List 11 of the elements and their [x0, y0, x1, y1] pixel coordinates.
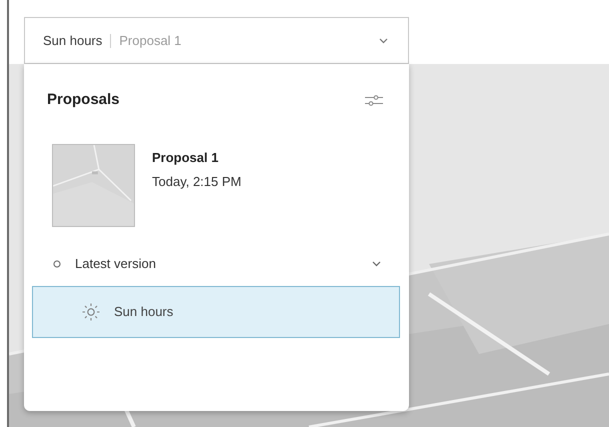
filter-settings-icon[interactable]	[365, 94, 383, 107]
sun-icon	[82, 302, 100, 320]
panel-title: Proposals	[47, 90, 120, 110]
version-item[interactable]: Latest version	[75, 254, 156, 274]
chevron-down-icon	[379, 38, 388, 44]
view-selector[interactable]: Sun hours Proposal 1	[24, 17, 409, 64]
proposal-time: Today, 2:15 PM	[152, 173, 242, 191]
analysis-item[interactable]: Sun hours	[32, 286, 400, 338]
proposal-name[interactable]: Proposal 1	[152, 148, 242, 167]
chevron-down-icon[interactable]	[372, 260, 381, 266]
circle-icon	[53, 260, 61, 268]
